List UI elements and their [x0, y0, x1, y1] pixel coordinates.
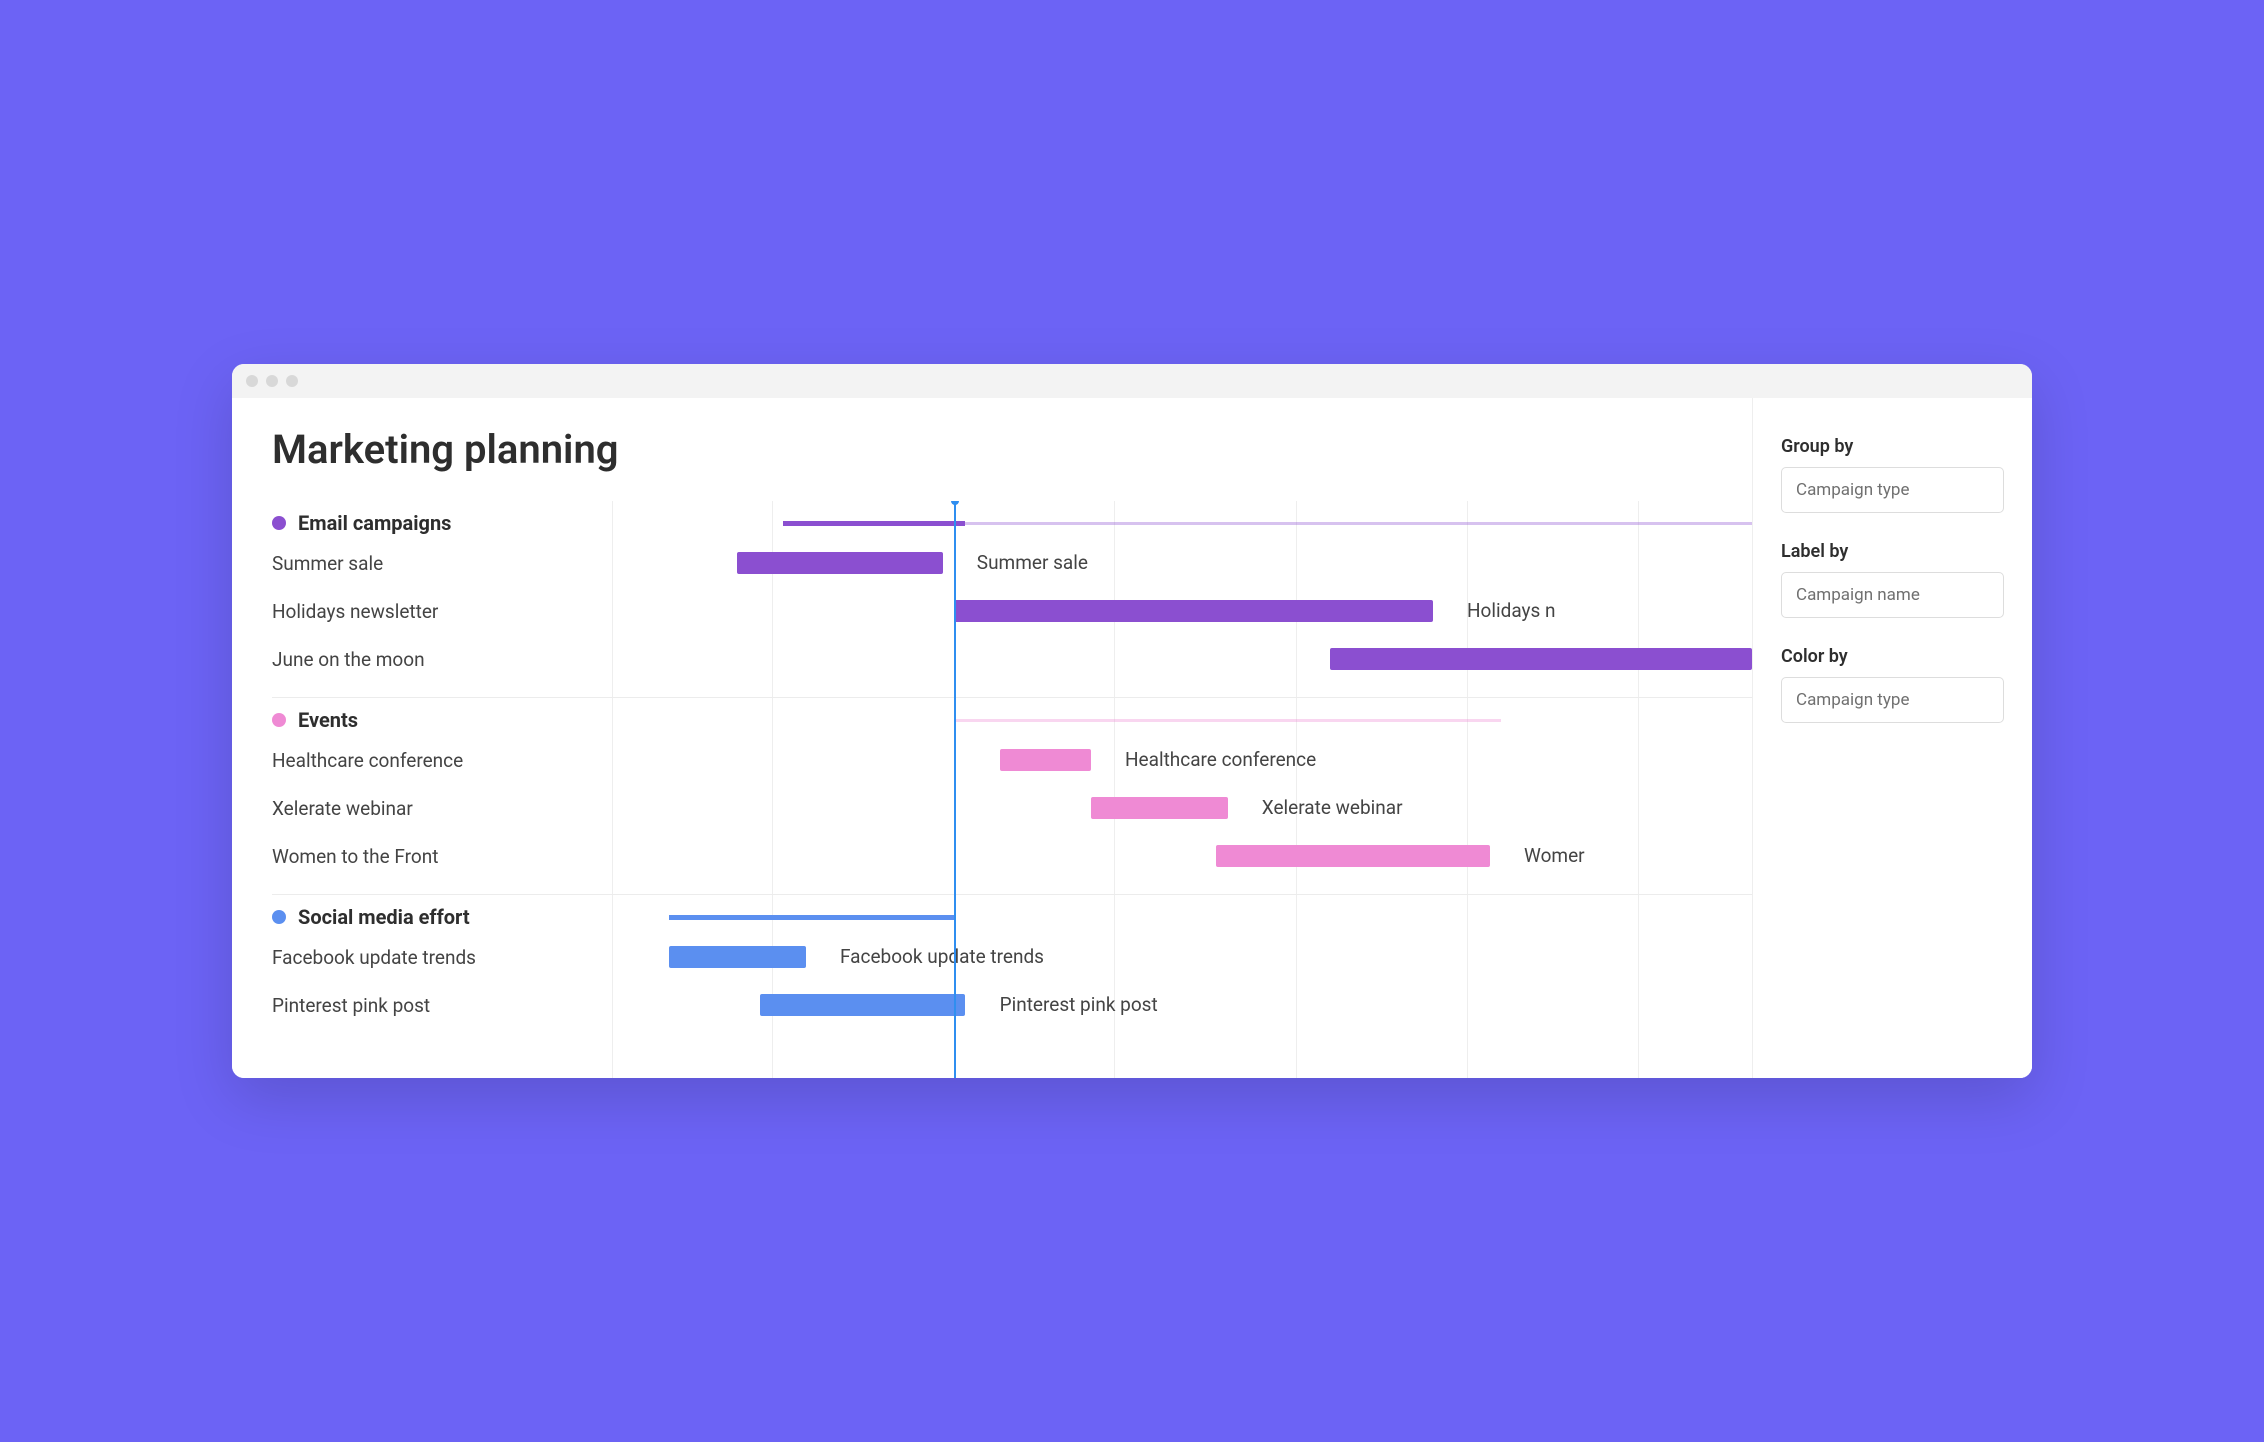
gantt-bar-label: Pinterest pink post	[1000, 993, 1158, 1016]
color-by-label: Color by	[1781, 646, 2004, 667]
gantt-bar[interactable]	[954, 600, 1433, 622]
gantt-row: Healthcare conference Healthcare conferen…	[272, 736, 1752, 784]
group-header[interactable]: Email campaigns	[272, 507, 1752, 539]
bar-area: Womer	[612, 832, 1752, 880]
minimize-icon[interactable]	[266, 375, 278, 387]
bar-area: Healthcare conference	[612, 736, 1752, 784]
label-by-field: Label by Campaign name	[1781, 541, 2004, 618]
gantt-row: Holidays newsletter Holidays n	[272, 587, 1752, 635]
group-summary-area	[612, 704, 1752, 736]
label-by-select[interactable]: Campaign name	[1781, 572, 2004, 618]
row-label: Summer sale	[272, 552, 612, 575]
gantt-bar-label: Summer sale	[977, 551, 1088, 574]
group-summary-area	[612, 507, 1752, 539]
gantt-bar[interactable]	[1000, 749, 1091, 771]
gantt-bar[interactable]	[1091, 797, 1228, 819]
group-by-label: Group by	[1781, 436, 2004, 457]
gantt-bar[interactable]	[760, 994, 965, 1016]
maximize-icon[interactable]	[286, 375, 298, 387]
gantt-row: Xelerate webinar Xelerate webinar	[272, 784, 1752, 832]
page-title: Marketing planning	[272, 426, 1752, 473]
gantt-bar-label: Holidays n	[1467, 599, 1556, 622]
group-summary-bar	[954, 719, 1501, 722]
bar-area: Pinterest pink post	[612, 981, 1752, 1029]
group-summary-trail	[965, 522, 1752, 525]
row-label: Xelerate webinar	[272, 797, 612, 820]
row-label: Pinterest pink post	[272, 994, 612, 1017]
gantt-bar[interactable]	[1216, 845, 1490, 867]
group-title: Social media effort	[298, 905, 470, 929]
bar-area: Facebook update trends	[612, 933, 1752, 981]
row-label: June on the moon	[272, 648, 612, 671]
row-label: Healthcare conference	[272, 749, 612, 772]
gantt-groups: Email campaigns Summer sale Summer sale Hol…	[272, 501, 1752, 1043]
row-label: Women to the Front	[272, 845, 612, 868]
main-panel: Marketing planning Email campaigns Summer…	[232, 398, 1752, 1078]
group-summary-bar	[669, 915, 954, 920]
label-by-label: Label by	[1781, 541, 2004, 562]
gantt-group: Social media effort Facebook update trend…	[272, 895, 1752, 1043]
group-color-dot-icon	[272, 910, 286, 924]
window-body: Marketing planning Email campaigns Summer…	[232, 398, 2032, 1078]
group-title: Events	[298, 708, 358, 732]
sidebar: Group by Campaign type Label by Campaign…	[1752, 398, 2032, 1078]
gantt-row: Pinterest pink post Pinterest pink post	[272, 981, 1752, 1029]
gantt-row: Summer sale Summer sale	[272, 539, 1752, 587]
color-by-field: Color by Campaign type	[1781, 646, 2004, 723]
group-color-dot-icon	[272, 713, 286, 727]
gantt-bar-label: Healthcare conference	[1125, 748, 1316, 771]
gantt-chart: Email campaigns Summer sale Summer sale Hol…	[272, 501, 1752, 1078]
row-label: Facebook update trends	[272, 946, 612, 969]
gantt-row: June on the moon	[272, 635, 1752, 683]
gantt-row: Facebook update trends Facebook update tr…	[272, 933, 1752, 981]
gantt-bar-label: Facebook update trends	[840, 945, 1044, 968]
row-label: Holidays newsletter	[272, 600, 612, 623]
gantt-bar[interactable]	[737, 552, 942, 574]
gantt-bar[interactable]	[1330, 648, 1752, 670]
gantt-bar-label: Xelerate webinar	[1262, 796, 1403, 819]
group-header[interactable]: Events	[272, 704, 1752, 736]
gantt-bar-label: Womer	[1524, 844, 1585, 867]
gantt-group: EventsHealthcare conferenceHealthcare co…	[272, 698, 1752, 895]
group-summary-area	[612, 901, 1752, 933]
gantt-row: Women to the Front Womer	[272, 832, 1752, 880]
bar-area	[612, 635, 1752, 683]
gantt-bar[interactable]	[669, 946, 806, 968]
bar-area: Xelerate webinar	[612, 784, 1752, 832]
group-summary-bar	[783, 521, 965, 526]
group-header[interactable]: Social media effort	[272, 901, 1752, 933]
close-icon[interactable]	[246, 375, 258, 387]
bar-area: Summer sale	[612, 539, 1752, 587]
app-window: Marketing planning Email campaigns Summer…	[232, 364, 2032, 1078]
gantt-group: Email campaigns Summer sale Summer sale Hol…	[272, 501, 1752, 698]
group-by-select[interactable]: Campaign type	[1781, 467, 2004, 513]
group-title: Email campaigns	[298, 511, 451, 535]
window-titlebar	[232, 364, 2032, 398]
color-by-select[interactable]: Campaign type	[1781, 677, 2004, 723]
group-by-field: Group by Campaign type	[1781, 436, 2004, 513]
group-color-dot-icon	[272, 516, 286, 530]
bar-area: Holidays n	[612, 587, 1752, 635]
